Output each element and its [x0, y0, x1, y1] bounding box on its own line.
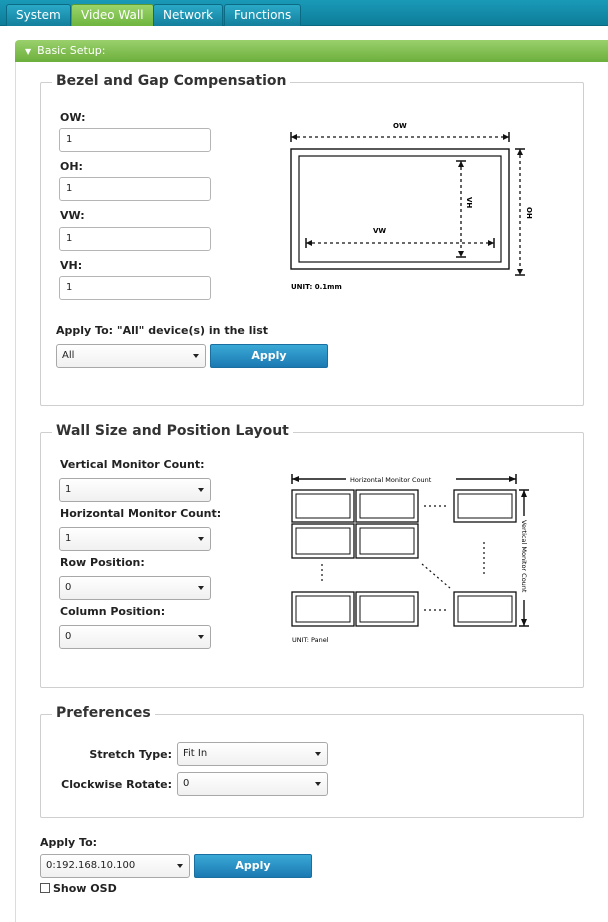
bezel-apply-button[interactable]: Apply [210, 344, 328, 368]
column-position-value: 0 [65, 631, 72, 642]
vertical-count-label: Vertical Monitor Count: [60, 458, 205, 471]
clockwise-rotate-select[interactable]: 0 [177, 772, 328, 796]
oh-label: OH: [60, 160, 83, 173]
bezel-unit-label: UNIT: 0.1mm [291, 283, 342, 291]
chevron-down-icon [177, 864, 183, 868]
tab-system[interactable]: System [6, 4, 71, 26]
stretch-type-label: Stretch Type: [89, 748, 172, 761]
vh-diagram-label: VH [465, 197, 473, 208]
show-osd-label: Show OSD [53, 882, 117, 895]
oh-diagram-label: OH [525, 207, 533, 219]
chevron-down-icon [315, 782, 321, 786]
chevron-down-icon [198, 586, 204, 590]
vertical-count-select[interactable]: 1 [59, 478, 211, 502]
device-select[interactable]: 0:192.168.10.100 [40, 854, 190, 878]
ow-input[interactable]: 1 [59, 128, 211, 152]
wall-layout-diagram: Horizontal Monitor Count Vertical Monito… [291, 474, 529, 644]
basic-setup-title: Basic Setup: [37, 44, 106, 57]
stretch-type-value: Fit In [183, 748, 208, 759]
stretch-type-select[interactable]: Fit In [177, 742, 328, 766]
ow-diagram-label: OW [393, 122, 407, 130]
device-select-value: 0:192.168.10.100 [46, 860, 136, 871]
bezel-gap-legend: Bezel and Gap Compensation [52, 73, 291, 89]
tab-video-wall[interactable]: Video Wall [71, 4, 154, 26]
vw-input[interactable]: 1 [59, 227, 211, 251]
apply-to-all-label: Apply To: "All" device(s) in the list [56, 324, 269, 337]
clockwise-rotate-label: Clockwise Rotate: [61, 778, 172, 791]
horizontal-count-diagram-label: Horizontal Monitor Count [350, 476, 432, 484]
wall-unit-label: UNIT: Panel [292, 636, 329, 644]
clockwise-rotate-value: 0 [183, 778, 190, 789]
horizontal-count-select[interactable]: 1 [59, 527, 211, 551]
chevron-down-icon [193, 354, 199, 358]
chevron-down-icon [315, 752, 321, 756]
apply-to-all-select-value: All [62, 350, 75, 361]
row-position-select[interactable]: 0 [59, 576, 211, 600]
apply-to-all-select[interactable]: All [56, 344, 206, 368]
horizontal-count-label: Horizontal Monitor Count: [60, 507, 222, 520]
tab-network[interactable]: Network [153, 4, 224, 26]
horizontal-count-value: 1 [65, 533, 72, 544]
show-osd-checkbox[interactable] [40, 883, 50, 893]
vertical-count-value: 1 [65, 484, 72, 495]
basic-setup-header[interactable]: ▼ Basic Setup: [15, 40, 608, 62]
preferences-group [40, 714, 584, 818]
row-position-label: Row Position: [60, 556, 145, 569]
vh-input[interactable]: 1 [59, 276, 211, 300]
collapse-caret-icon: ▼ [25, 47, 32, 56]
vw-diagram-label: VW [373, 227, 386, 235]
chevron-down-icon [198, 488, 204, 492]
apply-to-label: Apply To: [40, 836, 98, 849]
tab-functions[interactable]: Functions [224, 4, 302, 26]
top-nav-bar: System Video Wall Network Functions [0, 0, 608, 26]
column-position-select[interactable]: 0 [59, 625, 211, 649]
footer-apply-button[interactable]: Apply [194, 854, 312, 878]
vw-label: VW: [60, 209, 85, 222]
chevron-down-icon [198, 635, 204, 639]
oh-input[interactable]: 1 [59, 177, 211, 201]
chevron-down-icon [198, 537, 204, 541]
row-position-value: 0 [65, 582, 72, 593]
vh-label: VH: [60, 259, 83, 272]
ow-label: OW: [60, 111, 86, 124]
wall-layout-legend: Wall Size and Position Layout [52, 423, 293, 439]
column-position-label: Column Position: [60, 605, 166, 618]
bezel-gap-diagram: OW OH VH VW UNIT: 0.1mm [290, 122, 533, 291]
preferences-legend: Preferences [52, 705, 155, 721]
vertical-count-diagram-label: Vertical Monitor Count [520, 520, 528, 593]
